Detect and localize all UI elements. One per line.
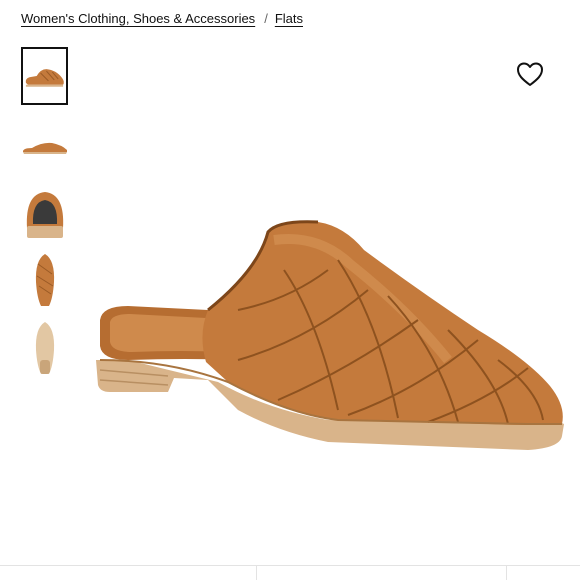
thumbnail-3[interactable] [21, 187, 68, 245]
woven-leather-mule-image [96, 220, 564, 450]
thumbnail-1[interactable] [21, 47, 68, 105]
shoe-profile-thumbnail-icon [22, 142, 67, 154]
breadcrumb-flats-link[interactable]: Flats [275, 11, 303, 26]
breadcrumb: Women's Clothing, Shoes & Accessories / … [21, 11, 303, 26]
thumbnail-4[interactable] [21, 252, 68, 310]
shoe-side-view-thumbnail-icon [25, 69, 64, 87]
bottom-divider-tick [256, 566, 257, 580]
product-main-image [88, 210, 573, 470]
breadcrumb-separator: / [264, 11, 268, 26]
shoe-back-view-thumbnail-icon [26, 192, 63, 238]
wishlist-heart-button[interactable] [515, 60, 545, 88]
thumbnail-5[interactable] [21, 320, 68, 378]
shoe-sole-thumbnail-icon [35, 322, 54, 374]
shoe-top-view-thumbnail-icon [35, 254, 54, 306]
bottom-divider [0, 565, 580, 566]
breadcrumb-category-link[interactable]: Women's Clothing, Shoes & Accessories [21, 11, 255, 26]
thumbnail-2[interactable] [21, 119, 68, 177]
bottom-divider-tick [506, 566, 507, 580]
heart-icon [517, 62, 543, 86]
